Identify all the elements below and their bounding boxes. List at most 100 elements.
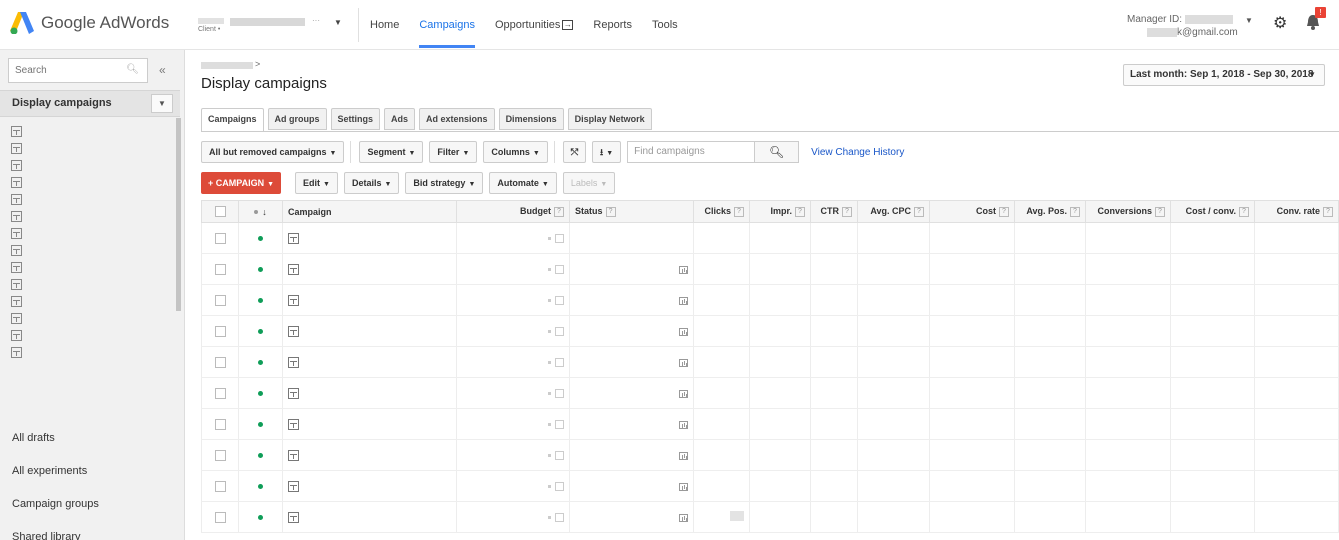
nav-home[interactable]: Home — [370, 0, 399, 50]
download-button[interactable]: ⭳ ▼ — [592, 141, 622, 163]
col-clicks[interactable]: Clicks? — [693, 200, 750, 223]
campaign-icon[interactable] — [11, 262, 22, 273]
campaign-icon[interactable] — [11, 245, 22, 256]
row-checkbox[interactable] — [214, 387, 226, 399]
table-row[interactable] — [201, 253, 1339, 285]
adwords-logo[interactable]: Google AdWords — [10, 12, 169, 34]
campaign-icon[interactable] — [11, 177, 22, 188]
bar-chart-icon[interactable] — [679, 265, 688, 274]
campaign-icon[interactable] — [11, 160, 22, 171]
table-row[interactable] — [201, 439, 1339, 471]
col-avg-cpc[interactable]: Avg. CPC? — [857, 200, 930, 223]
help-icon[interactable]: ? — [1323, 206, 1333, 217]
sidebar-link-all-experiments[interactable]: All experiments — [12, 465, 87, 477]
find-campaigns-input[interactable]: Find campaigns — [627, 141, 756, 163]
tab-ad-extensions[interactable]: Ad extensions — [419, 108, 495, 130]
budget-cell[interactable] — [456, 470, 570, 502]
table-row[interactable] — [201, 222, 1339, 254]
help-icon[interactable]: ? — [999, 206, 1009, 217]
help-icon[interactable]: ? — [795, 206, 805, 217]
campaign-icon[interactable] — [11, 194, 22, 205]
account-info[interactable]: Manager ID: k@gmail.com — [1127, 13, 1238, 39]
budget-cell[interactable] — [456, 501, 570, 533]
col-conversions[interactable]: Conversions? — [1085, 200, 1171, 223]
edit-budget-icon[interactable] — [555, 389, 564, 399]
automate-button[interactable]: Automate ▼ — [489, 172, 557, 194]
chevron-down-icon[interactable]: ▼ — [1245, 16, 1253, 25]
col-avg-pos[interactable]: Avg. Pos.? — [1014, 200, 1086, 223]
gear-icon[interactable]: ⚙ — [1273, 16, 1287, 32]
edit-budget-icon[interactable] — [555, 327, 564, 337]
bar-chart-icon[interactable] — [679, 389, 688, 398]
nav-reports[interactable]: Reports — [593, 0, 632, 50]
row-checkbox[interactable] — [214, 511, 226, 523]
campaign-icon[interactable] — [11, 126, 22, 137]
view-change-history-link[interactable]: View Change History — [811, 147, 904, 158]
help-icon[interactable]: ? — [605, 206, 616, 217]
tab-ad-groups[interactable]: Ad groups — [267, 108, 327, 130]
bar-chart-icon[interactable] — [679, 296, 688, 305]
budget-cell[interactable] — [456, 408, 570, 440]
col-status[interactable]: Status? — [569, 200, 694, 223]
col-campaign[interactable]: Campaign — [282, 200, 457, 223]
help-icon[interactable]: ? — [842, 206, 852, 217]
edit-budget-icon[interactable] — [555, 296, 564, 306]
col-conv-rate[interactable]: Conv. rate? — [1254, 200, 1339, 223]
filter-button[interactable]: Filter ▼ — [429, 141, 478, 163]
campaign-icon[interactable] — [11, 313, 22, 324]
bar-chart-icon[interactable] — [679, 420, 688, 429]
campaign-icon[interactable] — [11, 279, 22, 290]
table-row[interactable] — [201, 284, 1339, 316]
col-ctr[interactable]: CTR? — [810, 200, 858, 223]
columns-button[interactable]: Columns ▼ — [483, 141, 548, 163]
edit-button[interactable]: Edit ▼ — [295, 172, 338, 194]
nav-campaigns[interactable]: Campaigns — [419, 0, 475, 50]
add-campaign-button[interactable]: + CAMPAIGN ▼ — [201, 172, 282, 194]
sidebar-scrollbar[interactable] — [176, 118, 181, 311]
table-row[interactable] — [201, 408, 1339, 440]
bid-strategy-button[interactable]: Bid strategy ▼ — [405, 172, 484, 194]
table-row[interactable] — [201, 470, 1339, 502]
budget-cell[interactable] — [456, 222, 570, 254]
bar-chart-icon[interactable] — [679, 358, 688, 367]
tab-dimensions[interactable]: Dimensions — [498, 108, 564, 130]
campaign-icon[interactable] — [11, 347, 22, 358]
budget-cell[interactable] — [456, 346, 570, 378]
edit-budget-icon[interactable] — [555, 420, 564, 430]
tab-ads[interactable]: Ads — [384, 108, 416, 130]
row-checkbox[interactable] — [214, 232, 226, 244]
help-icon[interactable]: ? — [554, 206, 564, 217]
sidebar-link-campaign-groups[interactable]: Campaign groups — [12, 498, 99, 510]
help-icon[interactable]: ? — [734, 206, 744, 217]
nav-tools[interactable]: Tools — [652, 0, 678, 50]
collapse-sidebar-icon[interactable]: « — [159, 63, 166, 77]
search-button[interactable]: 🔍︎ — [755, 141, 800, 163]
tab-display-network[interactable]: Display Network — [567, 108, 652, 130]
edit-budget-icon[interactable] — [555, 358, 564, 368]
details-button[interactable]: Details ▼ — [343, 172, 400, 194]
table-row[interactable] — [201, 346, 1339, 378]
col-cost-per-conv[interactable]: Cost / conv.? — [1170, 200, 1255, 223]
bar-chart-icon[interactable] — [679, 327, 688, 336]
nav-opportunities[interactable]: Opportunities → — [495, 0, 574, 50]
help-icon[interactable]: ? — [914, 206, 924, 217]
bar-chart-icon[interactable] — [679, 513, 688, 522]
date-range-selector[interactable]: Last month: Sep 1, 2018 - Sep 30, 2018 ▼ — [1123, 64, 1325, 86]
view-filter-dropdown[interactable]: All but removed campaigns ▼ — [201, 141, 345, 163]
select-all-checkbox[interactable] — [214, 206, 226, 218]
table-row[interactable] — [201, 315, 1339, 347]
sidebar-header[interactable]: Display campaigns ▼ — [0, 90, 180, 117]
bar-chart-icon[interactable] — [679, 482, 688, 491]
row-checkbox[interactable] — [214, 418, 226, 430]
row-checkbox[interactable] — [214, 294, 226, 306]
sidebar-search-input[interactable] — [9, 59, 119, 82]
row-checkbox[interactable] — [214, 325, 226, 337]
row-checkbox[interactable] — [214, 263, 226, 275]
status-dot-header[interactable]: ↓ — [238, 200, 283, 223]
campaign-icon[interactable] — [11, 330, 22, 341]
row-checkbox[interactable] — [214, 356, 226, 368]
col-cost[interactable]: Cost? — [929, 200, 1015, 223]
sidebar-link-all-drafts[interactable]: All drafts — [12, 432, 55, 444]
table-row[interactable] — [201, 377, 1339, 409]
help-icon[interactable]: ? — [1155, 206, 1165, 217]
